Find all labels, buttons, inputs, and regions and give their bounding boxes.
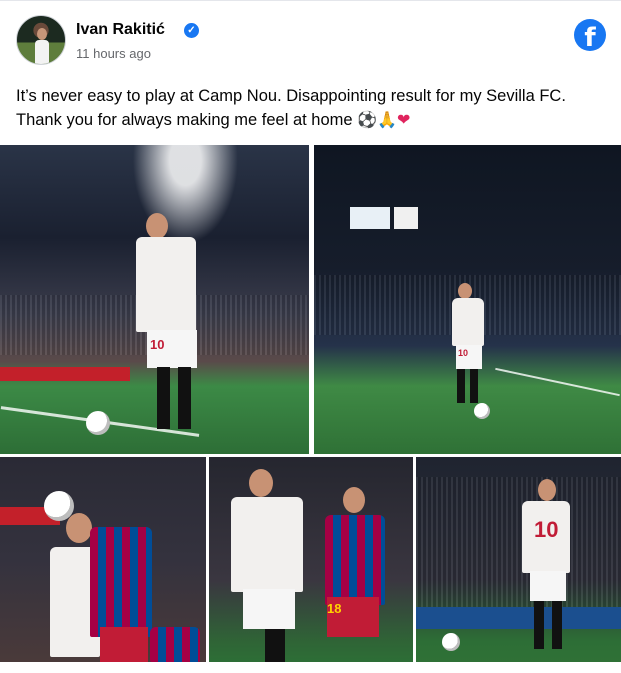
player-shorts [100, 627, 148, 662]
shirt-number: 18 [327, 601, 342, 616]
player-head [538, 479, 556, 501]
player-leg [265, 629, 285, 662]
red-heart-icon: ❤ [397, 112, 411, 129]
player-head [146, 213, 168, 239]
football [474, 403, 490, 419]
post-text-line-1: It’s never easy to play at Camp Nou. Dis… [16, 87, 566, 105]
player-shorts [530, 571, 566, 601]
photo-4[interactable]: 18 [209, 457, 413, 662]
photo-3[interactable] [0, 457, 206, 662]
player-leg [157, 367, 170, 429]
facebook-logo-icon[interactable]: f [574, 19, 606, 51]
stadium-crowd [416, 477, 621, 607]
ad-board [416, 607, 621, 629]
player-shorts [243, 589, 295, 629]
author-avatar[interactable] [16, 15, 66, 65]
photo-5[interactable]: 10 [416, 457, 621, 662]
player-leg [178, 367, 191, 429]
player-head [66, 513, 92, 543]
photo-1[interactable]: 10 [0, 145, 309, 454]
player-leg [470, 369, 478, 403]
scoreboard [350, 207, 390, 229]
football [442, 633, 460, 651]
avatar-body [35, 40, 49, 64]
ad-board [0, 367, 130, 381]
photo-2[interactable]: 10 [314, 145, 621, 454]
football [86, 411, 110, 435]
shirt-number: 10 [534, 517, 559, 542]
barcelona-player [90, 527, 152, 637]
shirt-number: 10 [150, 337, 165, 352]
player-leg [534, 601, 544, 649]
shirt-number: 10 [458, 348, 469, 358]
verified-badge-icon: ✓ [184, 23, 199, 38]
pitch-line [495, 367, 620, 397]
post-header: Ivan Rakitić ✓ 11 hours ago f [16, 15, 606, 69]
player-shirt [136, 237, 196, 332]
barcelona-player [325, 515, 385, 605]
player-leg [457, 369, 465, 403]
avatar-head [37, 28, 47, 40]
post-text-line-2: Thank you for always making me feel at h… [16, 108, 616, 133]
player-head [458, 283, 472, 299]
author-name[interactable]: Ivan Rakitić [76, 21, 165, 39]
post-text-line-2-text: Thank you for always making me feel at h… [16, 111, 353, 129]
ad-screen [394, 207, 418, 229]
post-timestamp[interactable]: 11 hours ago [76, 46, 151, 61]
player-shirt [452, 298, 484, 346]
soccer-ball-icon: ⚽ [357, 112, 378, 129]
sevilla-player [231, 497, 303, 592]
praying-hands-icon: 🙏 [377, 112, 398, 129]
post-text: It’s never easy to play at Camp Nou. Dis… [16, 84, 616, 133]
player-leg [552, 601, 562, 649]
player-head [249, 469, 273, 497]
opponent-head [343, 487, 365, 513]
facebook-post-card: Ivan Rakitić ✓ 11 hours ago f It’s never… [0, 0, 621, 673]
barcelona-player [150, 627, 200, 662]
